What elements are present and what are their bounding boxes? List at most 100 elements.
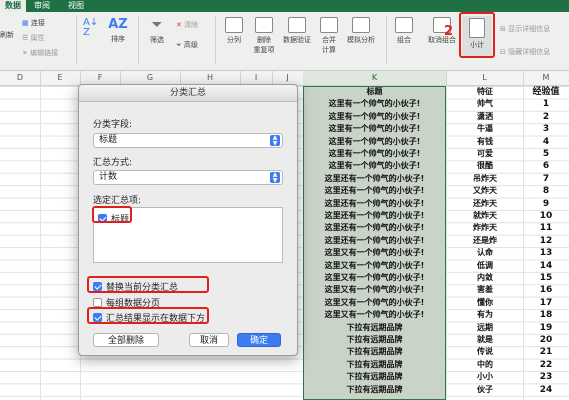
table-cell-feature[interactable]: 可爱 xyxy=(447,148,523,160)
table-cell-title[interactable]: 这里还有一个帅气的小伙子! xyxy=(303,235,446,247)
table-cell-title[interactable]: 这里还有一个帅气的小伙子! xyxy=(303,222,446,234)
advanced-button[interactable]: ⏷ 高级 xyxy=(176,40,198,50)
field-select[interactable]: 标题 ▲ ▼ xyxy=(93,133,283,148)
header-cell-feature[interactable]: 特征 xyxy=(447,86,523,98)
table-cell-feature[interactable]: 小小 xyxy=(447,371,523,383)
column-header-i[interactable]: I xyxy=(240,71,273,85)
group-button[interactable]: 组合 xyxy=(392,17,416,45)
header-cell-title[interactable]: 标题 xyxy=(303,86,446,98)
table-cell-exp[interactable]: 14 xyxy=(524,260,568,272)
table-cell-exp[interactable]: 4 xyxy=(524,136,568,148)
column-header-f[interactable]: F xyxy=(80,71,121,85)
table-cell-exp[interactable]: 11 xyxy=(524,222,568,234)
table-cell-exp[interactable]: 24 xyxy=(524,384,568,396)
connections-button[interactable]: ▦ 连接 xyxy=(22,18,45,28)
table-cell-exp[interactable]: 16 xyxy=(524,284,568,296)
column-header-e[interactable]: E xyxy=(40,71,81,85)
edit-links-button[interactable]: ⚭ 编辑链接 xyxy=(22,48,58,58)
what-if-analysis-button[interactable]: 模拟分析 xyxy=(344,17,378,45)
header-cell-exp[interactable]: 经验值 xyxy=(524,86,568,98)
table-cell-feature[interactable]: 远期 xyxy=(447,322,523,334)
table-cell-exp[interactable]: 3 xyxy=(524,123,568,135)
table-cell-exp[interactable]: 7 xyxy=(524,173,568,185)
table-cell-title[interactable]: 这里又有一个帅气的小伙子! xyxy=(303,284,446,296)
sort-asc-icon[interactable]: A↓ Z xyxy=(83,18,98,38)
table-cell-title[interactable]: 这里还有一个帅气的小伙子! xyxy=(303,185,446,197)
table-cell-feature[interactable]: 中的 xyxy=(447,359,523,371)
table-cell-title[interactable]: 这里又有一个帅气的小伙子! xyxy=(303,260,446,272)
table-cell-feature[interactable]: 传说 xyxy=(447,346,523,358)
table-cell-title[interactable]: 这里有一个帅气的小伙子! xyxy=(303,111,446,123)
table-cell-feature[interactable]: 就是 xyxy=(447,334,523,346)
table-cell-exp[interactable]: 2 xyxy=(524,111,568,123)
table-cell-exp[interactable]: 6 xyxy=(524,160,568,172)
table-cell-title[interactable]: 这里还有一个帅气的小伙子! xyxy=(303,198,446,210)
column-header-l[interactable]: L xyxy=(446,71,524,85)
tab-review[interactable]: 审阅 xyxy=(28,0,56,12)
table-cell-feature[interactable]: 还炸天 xyxy=(447,198,523,210)
split-button[interactable]: 分列 xyxy=(222,17,246,45)
table-cell-title[interactable]: 这里又有一个帅气的小伙子! xyxy=(303,247,446,259)
table-cell-title[interactable]: 下拉有远期品牌 xyxy=(303,346,446,358)
properties-button[interactable]: ☰ 属性 xyxy=(22,33,45,43)
table-cell-feature[interactable]: 低调 xyxy=(447,260,523,272)
column-header-g[interactable]: G xyxy=(120,71,181,85)
table-cell-title[interactable]: 下拉有远期品牌 xyxy=(303,322,446,334)
table-cell-exp[interactable]: 1 xyxy=(524,98,568,110)
table-cell-title[interactable]: 下拉有远期品牌 xyxy=(303,359,446,371)
table-cell-feature[interactable]: 很酷 xyxy=(447,160,523,172)
cancel-button[interactable]: 取消 xyxy=(189,333,229,347)
ok-button[interactable]: 确定 xyxy=(237,333,281,347)
table-cell-feature[interactable]: 又炸天 xyxy=(447,185,523,197)
table-cell-exp[interactable]: 23 xyxy=(524,371,568,383)
table-cell-exp[interactable]: 18 xyxy=(524,309,568,321)
table-cell-feature[interactable]: 帅气 xyxy=(447,98,523,110)
table-cell-feature[interactable]: 认命 xyxy=(447,247,523,259)
table-cell-feature[interactable]: 还是炸 xyxy=(447,235,523,247)
table-cell-feature[interactable]: 就炸天 xyxy=(447,210,523,222)
table-cell-title[interactable]: 这里又有一个帅气的小伙子! xyxy=(303,297,446,309)
table-cell-exp[interactable]: 5 xyxy=(524,148,568,160)
function-select[interactable]: 计数 ▲ ▼ xyxy=(93,170,283,185)
table-cell-feature[interactable]: 牛逼 xyxy=(447,123,523,135)
table-cell-exp[interactable]: 8 xyxy=(524,185,568,197)
tab-view[interactable]: 视图 xyxy=(62,0,90,12)
table-cell-title[interactable]: 这里还有一个帅气的小伙子! xyxy=(303,210,446,222)
consolidate-button[interactable]: 合并 计算 xyxy=(318,17,340,55)
table-cell-exp[interactable]: 17 xyxy=(524,297,568,309)
table-cell-feature[interactable]: 潇洒 xyxy=(447,111,523,123)
table-cell-feature[interactable]: 吊炸天 xyxy=(447,173,523,185)
table-cell-title[interactable]: 这里有一个帅气的小伙子! xyxy=(303,123,446,135)
table-cell-feature[interactable]: 内敛 xyxy=(447,272,523,284)
table-cell-exp[interactable]: 19 xyxy=(524,322,568,334)
hide-detail-button[interactable]: ⊟ 隐藏详细信息 xyxy=(500,47,550,57)
remove-duplicates-button[interactable]: 删除 重复项 xyxy=(251,17,277,55)
clear-button[interactable]: ✕ 清除 xyxy=(176,20,198,30)
table-cell-feature[interactable]: 懂你 xyxy=(447,297,523,309)
table-cell-exp[interactable]: 12 xyxy=(524,235,568,247)
table-cell-title[interactable]: 这里有一个帅气的小伙子! xyxy=(303,148,446,160)
table-cell-feature[interactable]: 炸炸天 xyxy=(447,222,523,234)
table-cell-title[interactable]: 下拉有远期品牌 xyxy=(303,371,446,383)
column-header-h[interactable]: H xyxy=(180,71,241,85)
refresh-button[interactable]: 刷新 xyxy=(0,30,14,40)
table-cell-exp[interactable]: 10 xyxy=(524,210,568,222)
column-header-d[interactable]: D xyxy=(0,71,41,85)
filter-button[interactable]: ⏷ 筛选 xyxy=(145,17,169,45)
column-header-j[interactable]: J xyxy=(272,71,304,85)
table-cell-title[interactable]: 这里还有一个帅气的小伙子! xyxy=(303,173,446,185)
sort-button[interactable]: AZ 排序 xyxy=(106,17,130,44)
table-cell-feature[interactable]: 有为 xyxy=(447,309,523,321)
table-cell-title[interactable]: 这里有一个帅气的小伙子! xyxy=(303,136,446,148)
ungroup-button[interactable]: 取消组合 xyxy=(425,17,459,45)
table-cell-exp[interactable]: 21 xyxy=(524,346,568,358)
tab-data[interactable]: 数据 xyxy=(0,0,26,12)
show-detail-button[interactable]: ⊞ 显示详细信息 xyxy=(500,24,550,34)
table-cell-exp[interactable]: 13 xyxy=(524,247,568,259)
table-cell-exp[interactable]: 20 xyxy=(524,334,568,346)
table-cell-feature[interactable]: 害羞 xyxy=(447,284,523,296)
table-cell-title[interactable]: 下拉有远期品牌 xyxy=(303,384,446,396)
data-validation-button[interactable]: 数据验证 xyxy=(281,17,313,45)
column-header-m[interactable]: M xyxy=(523,71,569,85)
table-cell-title[interactable]: 这里又有一个帅气的小伙子! xyxy=(303,272,446,284)
